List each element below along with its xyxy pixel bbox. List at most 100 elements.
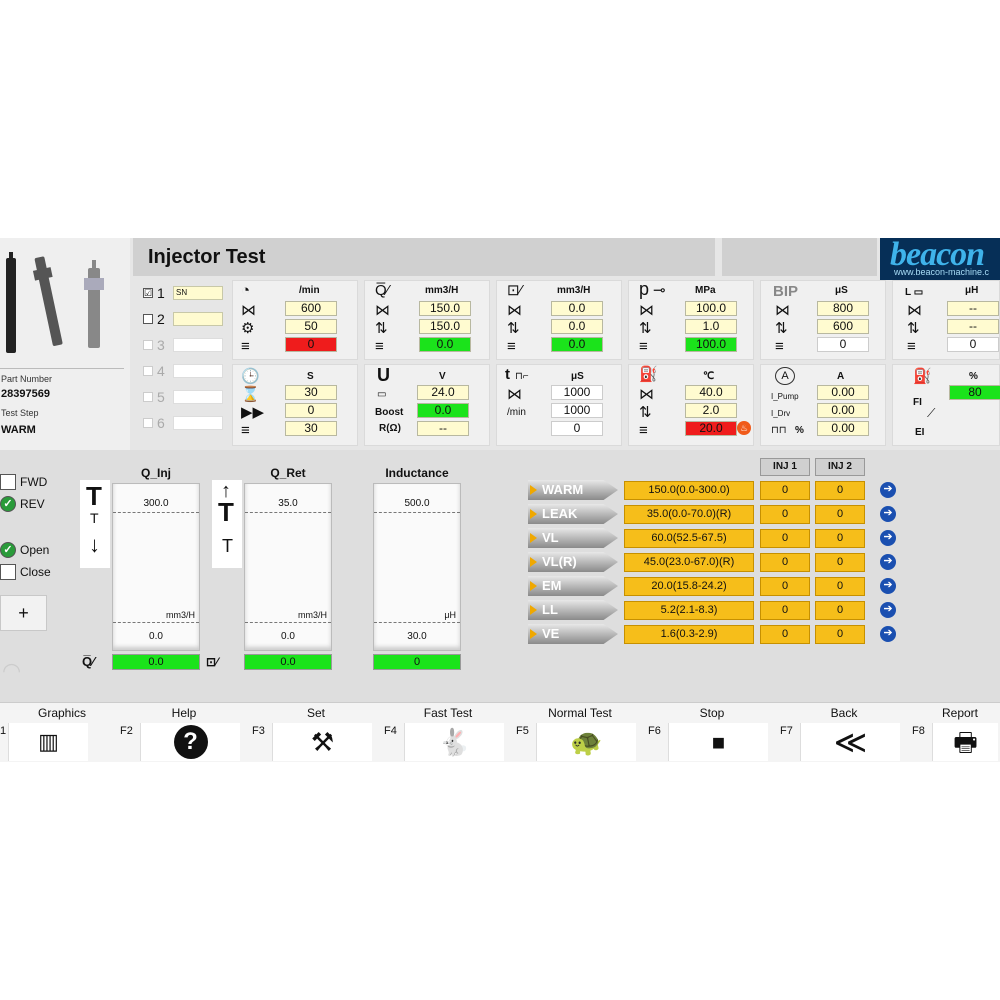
fwd-label: FWD (20, 475, 48, 489)
back-icon[interactable]: ≪ (800, 723, 900, 761)
flow-panel: Q̅⁄ ⋈ ⇅ ≡ mm3/H 150.0 150.0 0.0 (364, 280, 490, 360)
step-1[interactable]: ☑ 1 SN (143, 284, 227, 304)
step-3[interactable]: 3 (143, 336, 227, 356)
spec-range: 150.0(0.0-300.0) (624, 481, 754, 500)
flow-set-input[interactable]: 150.0 (419, 301, 471, 316)
back-key[interactable]: Back F7 ≪ (778, 703, 910, 762)
time-delay-input[interactable]: 0 (285, 403, 337, 418)
pressure-panel: p ⊸ ⋈ ⇅ ≡ MPa 100.0 1.0 100.0 (628, 280, 754, 360)
set-key[interactable]: Set F3 ⚒ (250, 703, 382, 762)
inductance-set-input[interactable]: -- (947, 301, 999, 316)
chart-icon[interactable]: ▥ (8, 723, 88, 761)
tolerance-icon: ⇅ (507, 320, 520, 337)
temperature-tolerance-input[interactable]: 2.0 (685, 403, 737, 418)
beacon-logo: beacon www.beacon-machine.c (880, 238, 1000, 280)
fast-test-key[interactable]: Fast Test F4 🐇 (382, 703, 514, 762)
rev-checkbox[interactable]: ✓ (0, 496, 16, 512)
stop-key[interactable]: Stop F6 ⏹ (646, 703, 778, 762)
bip-tolerance-input[interactable]: 600 (817, 319, 869, 334)
target-icon: ⋈ (907, 302, 922, 319)
actual-icon: ≡ (639, 422, 648, 439)
step-4-checkbox[interactable] (143, 366, 153, 376)
pressure-tolerance-input[interactable]: 1.0 (685, 319, 737, 334)
return-set-input[interactable]: 0.0 (551, 301, 603, 316)
injector-t-icon: T (218, 497, 234, 527)
key-number: F5 (516, 725, 529, 737)
step-3-checkbox[interactable] (143, 340, 153, 350)
step-2-checkbox[interactable] (143, 314, 153, 324)
pressure-set-input[interactable]: 100.0 (685, 301, 737, 316)
result-row-ll[interactable]: LL 5.2(2.1-8.3) 0 0 ➔ (528, 600, 898, 620)
gauge-upper-line (374, 512, 460, 513)
time-unit: S (307, 371, 314, 382)
voltage-input[interactable]: 24.0 (417, 385, 469, 400)
gauge-unit: mm3/H (166, 610, 195, 620)
bip-set-input[interactable]: 800 (817, 301, 869, 316)
open-checkbox[interactable]: ✓ (0, 542, 16, 558)
arrow-right-icon[interactable]: ➔ (880, 626, 896, 642)
normal-test-key[interactable]: Normal Test F5 🐢 (514, 703, 646, 762)
gauge-upper-line (113, 512, 199, 513)
graphics-key[interactable]: Graphics 1 ▥ (0, 703, 112, 762)
inj2-result: 0 (815, 505, 865, 524)
q-ret-gauge: 35.0 mm3/H 0.0 (244, 483, 332, 651)
step-5-checkbox[interactable] (143, 392, 153, 402)
spec-range: 1.6(0.3-2.9) (624, 625, 754, 644)
speed-ramp-input[interactable]: 50 (285, 319, 337, 334)
pulse-frequency-input[interactable]: 1000 (551, 403, 603, 418)
speed-set-input[interactable]: 600 (285, 301, 337, 316)
step-tag (173, 390, 223, 404)
title-bar: Injector Test (133, 238, 715, 276)
result-row-ve[interactable]: VE 1.6(0.3-2.9) 0 0 ➔ (528, 624, 898, 644)
pulse-width-input[interactable]: 1000 (551, 385, 603, 400)
injector-direction-icon: T T ↓ (80, 480, 110, 568)
result-row-warm[interactable]: WARM 150.0(0.0-300.0) 0 0 ➔ (528, 480, 898, 500)
target-icon: ⋈ (241, 302, 256, 319)
help-key[interactable]: Help F2? (118, 703, 250, 762)
pulse-actual: 0 (551, 421, 603, 436)
help-icon[interactable]: ? (140, 723, 240, 761)
printer-icon[interactable]: 🖶 (932, 723, 998, 761)
actual-icon: ≡ (507, 338, 516, 355)
add-button[interactable]: + (0, 595, 47, 631)
return-tolerance-input[interactable]: 0.0 (551, 319, 603, 334)
step-2[interactable]: 2 (143, 310, 227, 330)
stop-glyph: ⏹ (711, 727, 725, 757)
result-row-em[interactable]: EM 20.0(15.8-24.2) 0 0 ➔ (528, 576, 898, 596)
inductance-panel: L ▭ ⋈ ⇅ ≡ μH -- -- 0 (892, 280, 1000, 360)
result-row-vl-r[interactable]: VL(R) 45.0(23.0-67.0)(R) 0 0 ➔ (528, 552, 898, 572)
arrow-right-icon[interactable]: ➔ (880, 482, 896, 498)
arrow-right-icon[interactable]: ➔ (880, 530, 896, 546)
rabbit-icon[interactable]: 🐇 (404, 723, 504, 761)
report-key[interactable]: Report F8 🖶 (910, 703, 1000, 762)
turtle-icon[interactable]: 🐢 (536, 723, 636, 761)
stop-icon[interactable]: ⏹ (668, 723, 768, 761)
arrow-right-icon[interactable]: ➔ (880, 578, 896, 594)
step-6[interactable]: 6 (143, 414, 227, 434)
fwd-checkbox[interactable] (0, 474, 16, 490)
key-caption: Help (171, 706, 197, 720)
step-6-checkbox[interactable] (143, 418, 153, 428)
arrow-right-icon[interactable]: ➔ (880, 602, 896, 618)
temperature-set-input[interactable]: 40.0 (685, 385, 737, 400)
arrow-right-icon[interactable]: ➔ (880, 506, 896, 522)
close-checkbox[interactable] (0, 564, 16, 580)
inductance-tolerance-input[interactable]: -- (947, 319, 999, 334)
arrow-right-icon[interactable]: ➔ (880, 554, 896, 570)
flow-actual: 0.0 (419, 337, 471, 352)
inductance-title: Inductance (385, 466, 449, 480)
gauge-min: 0.0 (281, 631, 295, 642)
time-set-input[interactable]: 30 (285, 385, 337, 400)
result-row-vl[interactable]: VL 60.0(52.5-67.5) 0 0 ➔ (528, 528, 898, 548)
heater-icon[interactable]: ♨ (737, 421, 751, 435)
step-5[interactable]: 5 (143, 388, 227, 408)
inductance-unit: μH (965, 285, 979, 296)
duty-value: 0.00 (817, 421, 869, 436)
q-inj-gauge: 300.0 mm3/H 0.0 (112, 483, 200, 651)
step-1-checkbox[interactable]: ☑ (143, 288, 153, 298)
flow-tolerance-input[interactable]: 150.0 (419, 319, 471, 334)
step-4[interactable]: 4 (143, 362, 227, 382)
tools-icon[interactable]: ⚒ (272, 723, 372, 761)
duty-label: % (795, 425, 804, 436)
result-row-leak[interactable]: LEAK 35.0(0.0-70.0)(R) 0 0 ➔ (528, 504, 898, 524)
